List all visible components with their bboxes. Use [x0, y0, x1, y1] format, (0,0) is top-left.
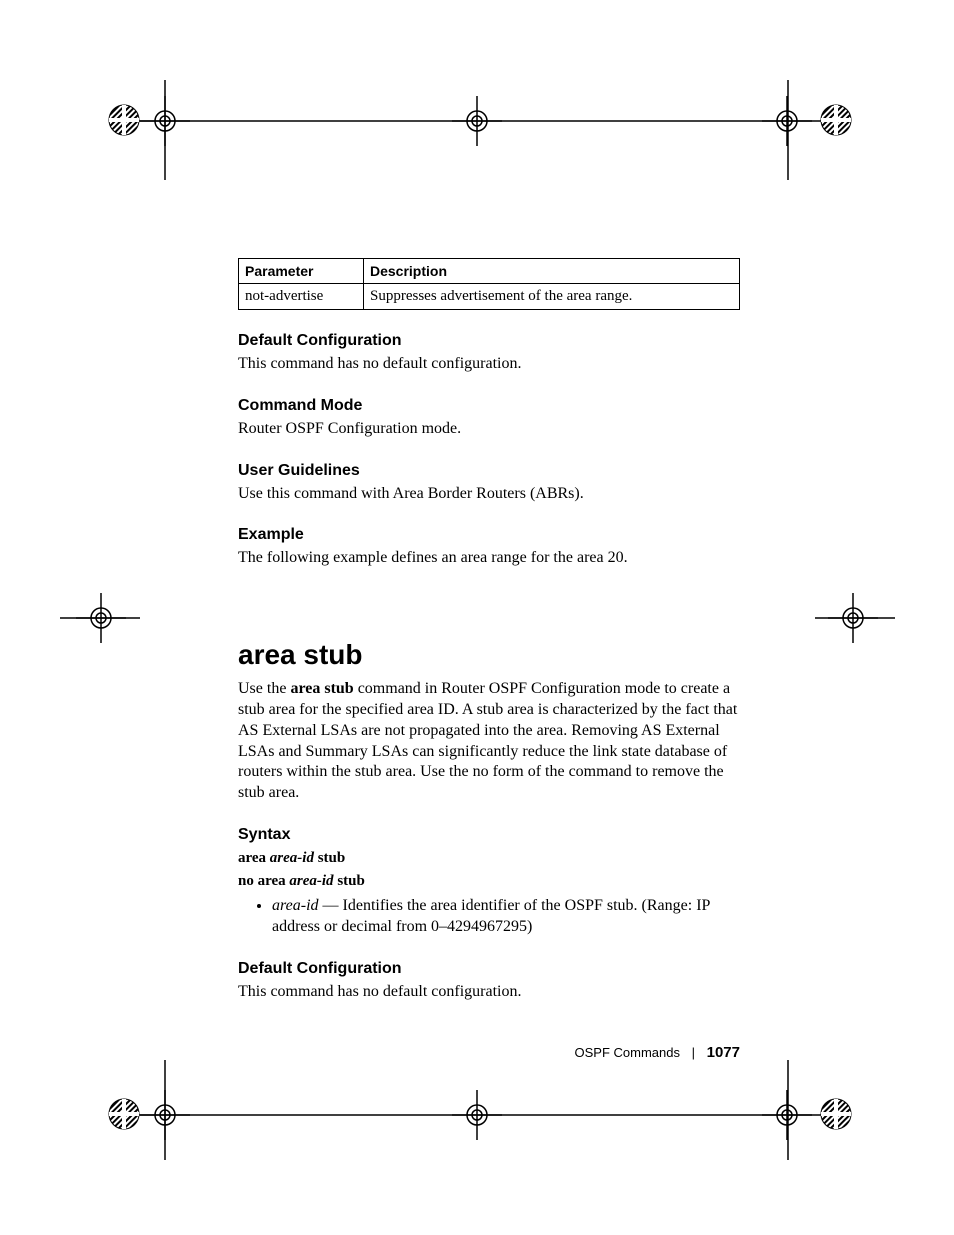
syntax2-w2: area-id	[289, 873, 333, 889]
heading-syntax: Syntax	[238, 826, 740, 844]
text-default-configuration: This command has no default configuratio…	[238, 354, 740, 375]
list-item: area-id — Identifies the area identifier…	[272, 896, 740, 938]
text-command-mode: Router OSPF Configuration mode.	[238, 419, 740, 440]
td-parameter: not-advertise	[239, 284, 364, 310]
crop-target-top-center	[452, 96, 502, 146]
footer-section: OSPF Commands	[575, 1045, 680, 1060]
crop-rule-bottom-left-vert	[164, 1060, 166, 1160]
syntax1-w3: stub	[318, 850, 346, 866]
text-example: The following example defines an area ra…	[238, 548, 740, 569]
syntax-line-1: area area-id stub	[238, 850, 740, 867]
parameter-table: Parameter Description not-advertise Supp…	[238, 258, 740, 310]
bullet-term: area-id	[272, 897, 319, 914]
table-row: not-advertise Suppresses advertisement o…	[239, 284, 740, 310]
td-description: Suppresses advertisement of the area ran…	[364, 284, 740, 310]
bullet-dash: —	[319, 897, 343, 914]
syntax-line-2: no area area-id stub	[238, 873, 740, 890]
crop-target-bottom-center	[452, 1090, 502, 1140]
heading-command-mode: Command Mode	[238, 397, 740, 415]
crop-rule-bottom-right-vert	[787, 1060, 789, 1160]
crop-rule-mid-left	[60, 617, 140, 619]
table-header-row: Parameter Description	[239, 259, 740, 284]
text-default-configuration-2: This command has no default configuratio…	[238, 982, 740, 1003]
syntax-bullets: area-id — Identifies the area identifier…	[238, 896, 740, 938]
syntax1-w1: area	[238, 850, 266, 866]
syntax2-w1: no area	[238, 873, 286, 889]
page-content: Parameter Description not-advertise Supp…	[238, 258, 740, 1002]
text-user-guidelines: Use this command with Area Border Router…	[238, 484, 740, 505]
heading-example: Example	[238, 526, 740, 544]
footer-separator: |	[692, 1045, 695, 1060]
heading-default-configuration: Default Configuration	[238, 332, 740, 350]
command-intro: Use the area stub command in Router OSPF…	[238, 679, 740, 804]
heading-user-guidelines: User Guidelines	[238, 462, 740, 480]
syntax2-w3: stub	[337, 873, 365, 889]
crop-rule-top-left-vert	[164, 80, 166, 180]
crop-disc-top-right	[820, 104, 852, 136]
crop-disc-top-left	[108, 104, 140, 136]
intro-post: command in Router OSPF Configuration mod…	[238, 680, 737, 801]
syntax1-w2: area-id	[270, 850, 314, 866]
intro-bold: area stub	[290, 680, 353, 697]
command-title: area stub	[238, 639, 740, 671]
crop-rule-mid-right	[815, 617, 895, 619]
intro-pre: Use the	[238, 680, 290, 697]
crop-disc-bottom-right	[820, 1098, 852, 1130]
crop-rule-top-right-vert	[787, 80, 789, 180]
heading-default-configuration-2: Default Configuration	[238, 960, 740, 978]
th-description: Description	[364, 259, 740, 284]
th-parameter: Parameter	[239, 259, 364, 284]
footer-page-number: 1077	[707, 1044, 740, 1061]
page-footer: OSPF Commands | 1077	[238, 1044, 740, 1061]
crop-disc-bottom-left	[108, 1098, 140, 1130]
